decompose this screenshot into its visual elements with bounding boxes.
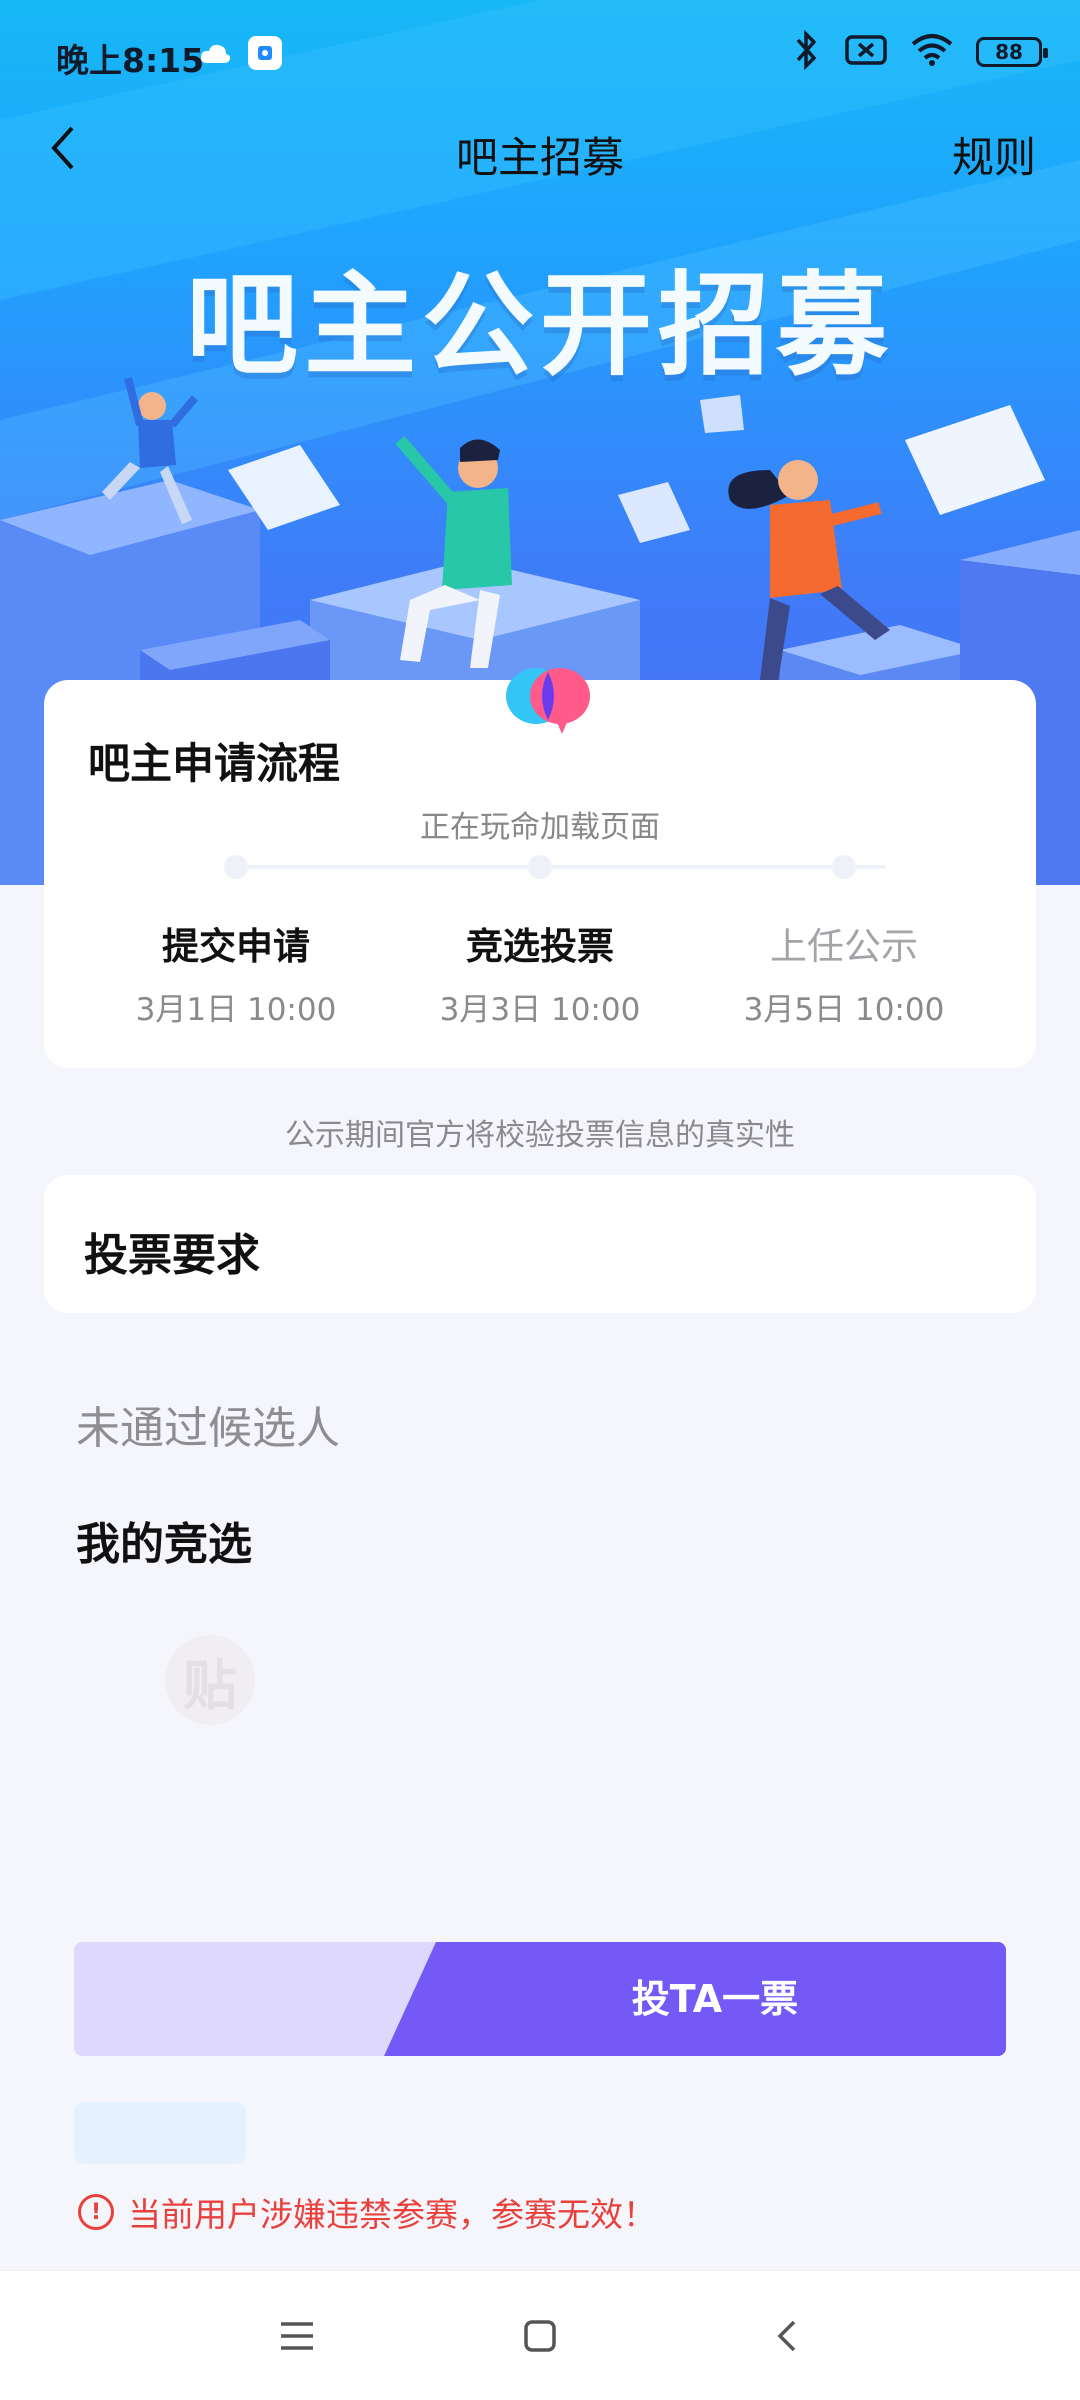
vote-requirements-card[interactable]: 投票要求 — [44, 1175, 1036, 1313]
back-triangle-icon — [777, 2320, 796, 2352]
process-title: 吧主申请流程 — [88, 739, 341, 788]
failed-candidates-heading[interactable]: 未通过候选人 — [76, 1392, 340, 1456]
my-campaign-heading[interactable]: 我的竞选 — [76, 1508, 252, 1572]
vote-button-label[interactable]: 投TA一票 — [384, 1942, 1006, 2056]
step-date: 3月3日 10:00 — [439, 992, 641, 1028]
battery-level: 88 — [995, 40, 1023, 64]
step-submit: 提交申请 3月1日 10:00 — [86, 916, 386, 1029]
step-label: 上任公示 — [770, 925, 918, 968]
sim-off-icon — [844, 32, 888, 72]
warning-icon: ! — [78, 2194, 114, 2230]
step-label: 提交申请 — [162, 925, 310, 968]
step-date: 3月1日 10:00 — [135, 992, 337, 1028]
step-label: 竞选投票 — [466, 925, 614, 968]
vote-bar: 投TA一票 — [74, 1942, 1006, 2056]
app-notification-icon — [248, 36, 282, 70]
step-vote: 竞选投票 3月3日 10:00 — [390, 916, 690, 1029]
timeline-dot — [224, 855, 248, 879]
info-chip — [74, 2102, 246, 2164]
battery-icon: 88 — [976, 37, 1048, 67]
timeline-dot — [832, 855, 856, 879]
warning-message: ! 当前用户涉嫌违禁参赛，参赛无效！ — [78, 2188, 656, 2236]
tieba-placeholder-glyph: 贴 — [183, 1653, 237, 1717]
system-back-button[interactable] — [752, 2301, 822, 2371]
verify-note: 公示期间官方将校验投票信息的真实性 — [285, 1118, 795, 1153]
menu-icon — [281, 2322, 313, 2350]
warning-text: 当前用户涉嫌违禁参赛，参赛无效！ — [128, 2195, 656, 2234]
bluetooth-icon — [792, 29, 822, 74]
tieba-placeholder-icon: 贴 — [165, 1635, 255, 1725]
home-button[interactable] — [505, 2301, 575, 2371]
step-announce: 上任公示 3月5日 10:00 — [694, 916, 994, 1029]
system-nav-bar — [0, 2270, 1080, 2400]
home-icon — [524, 2320, 556, 2352]
timeline-line — [236, 865, 886, 869]
menu-button[interactable] — [262, 2301, 332, 2371]
timeline-dot — [528, 855, 552, 879]
banner-title: 吧主公开招募 — [186, 261, 894, 391]
status-time: 晚上8:15 — [56, 41, 205, 80]
loading-text: 正在玩命加载页面 — [420, 810, 660, 845]
title-bar: 吧主招募 规则 — [0, 110, 1080, 190]
wifi-icon — [910, 32, 954, 72]
page-title: 吧主招募 — [455, 133, 624, 182]
status-icons: 88 — [792, 29, 1048, 74]
step-date: 3月5日 10:00 — [743, 992, 945, 1028]
application-process-card: 吧主申请流程 正在玩命加载页面 提交申请 3月1日 10:00 竞选投票 3月3… — [44, 680, 1036, 1068]
cloud-icon — [198, 38, 232, 72]
vote-requirements-title: 投票要求 — [84, 1230, 260, 1281]
status-bar: 晚上8:15 88 — [0, 0, 1080, 110]
rules-link[interactable]: 规则 — [952, 124, 1036, 185]
tieba-logo-icon — [502, 664, 594, 734]
